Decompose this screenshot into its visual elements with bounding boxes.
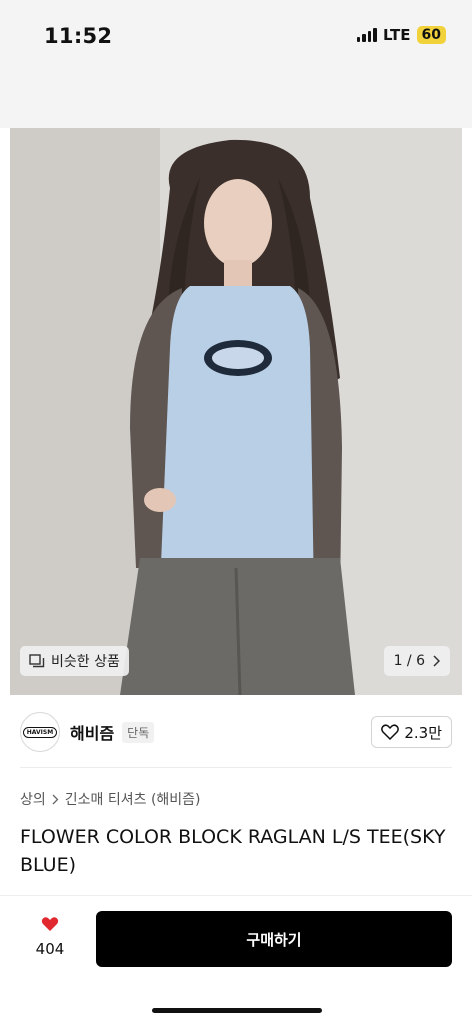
home-indicator <box>152 1008 322 1013</box>
signal-icon <box>356 28 377 42</box>
heart-outline-icon <box>381 724 400 740</box>
chevron-right-icon <box>433 655 440 667</box>
product-photo <box>10 128 462 695</box>
breadcrumb-subcategory[interactable]: 긴소매 티셔츠 (해비즘) <box>65 789 201 809</box>
exclusive-badge: 단독 <box>122 721 155 743</box>
heart-filled-icon <box>41 917 59 931</box>
section-divider <box>20 767 452 768</box>
page-indicator-text: 1 / 6 <box>393 653 425 669</box>
brand-logo[interactable]: HAVISM <box>20 712 60 752</box>
bottom-action-bar: 404 구매하기 <box>0 895 472 1024</box>
brand-like-count: 2.3만 <box>404 723 442 742</box>
status-bar: 11:52 LTE 60 <box>0 0 472 128</box>
battery-indicator: 60 <box>416 26 446 44</box>
buy-button[interactable]: 구매하기 <box>96 911 452 967</box>
brand-like-button[interactable]: 2.3만 <box>371 716 452 748</box>
breadcrumb: 상의 긴소매 티셔츠 (해비즘) <box>20 789 201 809</box>
similar-products-button[interactable]: 비슷한 상품 <box>20 646 129 676</box>
image-page-indicator[interactable]: 1 / 6 <box>383 646 450 676</box>
product-title: FLOWER COLOR BLOCK RAGLAN L/S TEE(SKY BL… <box>20 826 446 876</box>
similar-products-label: 비슷한 상품 <box>51 654 120 670</box>
product-image[interactable]: 비슷한 상품 1 / 6 <box>10 128 462 695</box>
brand-logo-text: HAVISM <box>22 726 58 738</box>
breadcrumb-category[interactable]: 상의 <box>20 789 46 809</box>
brand-row: HAVISM 해비즘 단독 2.3만 <box>20 712 452 752</box>
similar-icon <box>29 654 45 668</box>
status-indicators: LTE 60 <box>356 26 446 44</box>
brand-name[interactable]: 해비즘 <box>70 720 114 744</box>
status-time: 11:52 <box>44 24 113 48</box>
chevron-right-icon <box>52 794 59 804</box>
product-like-button[interactable]: 404 <box>30 916 70 958</box>
product-like-count: 404 <box>35 940 65 958</box>
network-label: LTE <box>382 26 411 44</box>
